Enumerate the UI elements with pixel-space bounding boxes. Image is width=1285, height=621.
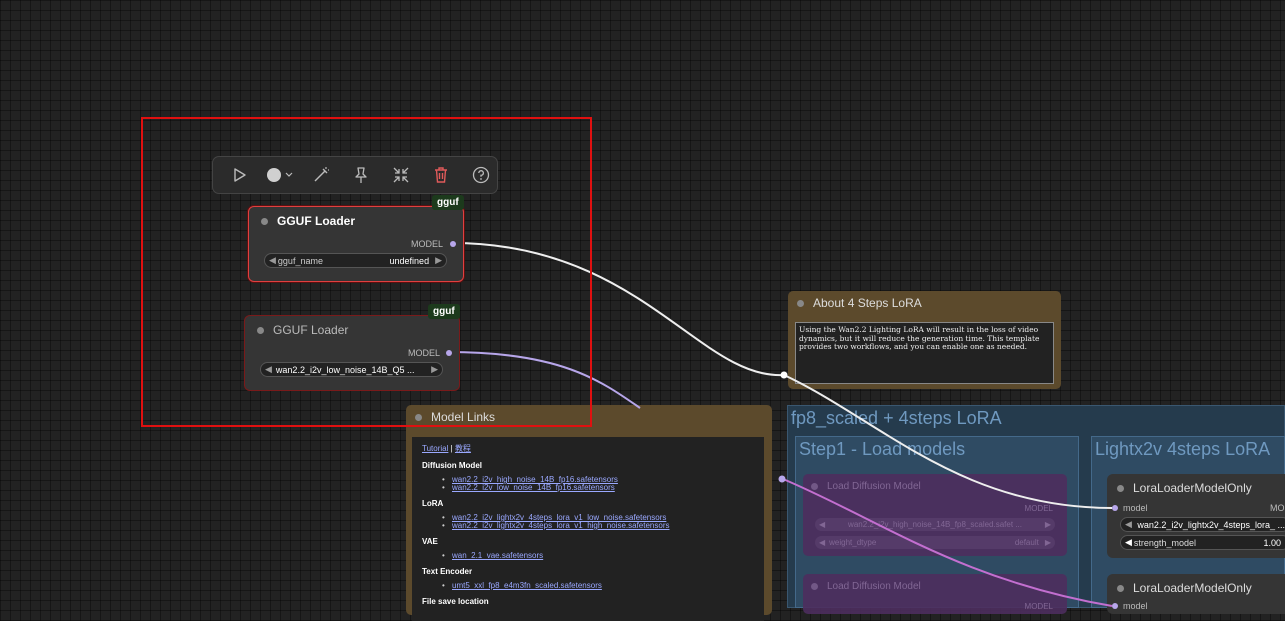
node-status-dot: [797, 299, 804, 307]
list-item: umt5_xxl_fp8_e4m3fn_scaled.safetensors: [442, 581, 754, 591]
bypass-button[interactable]: [305, 159, 337, 191]
about-4-steps-lora-note[interactable]: About 4 Steps LoRA Using the Wan2.2 Ligh…: [788, 291, 1061, 389]
lora-loader-node-2[interactable]: LoraLoaderModelOnly model: [1107, 574, 1285, 614]
widget-value: wan2.2_i2v_high_noise_14B_fp8_scaled.saf…: [848, 520, 1022, 529]
model-name-widget[interactable]: ◀ wan2.2_i2v_high_noise_14B_fp8_scaled.s…: [815, 518, 1055, 531]
section-heading: Text Encoder: [422, 567, 473, 576]
model-link[interactable]: wan2.2_i2v_low_noise_14B_fp16.safetensor…: [452, 483, 615, 492]
node-status-dot: [811, 583, 818, 590]
model-link[interactable]: wan2.2_i2v_lightx2v_4steps_lora_v1_high_…: [452, 521, 669, 530]
section-heading: Diffusion Model: [422, 461, 482, 470]
node-title: Load Diffusion Model: [827, 581, 921, 592]
collapse-button[interactable]: [385, 159, 417, 191]
widget-name: strength_model: [1133, 537, 1196, 548]
tutorial-link[interactable]: Tutorial: [422, 444, 448, 453]
input-label: model: [1123, 601, 1148, 611]
tutorial-line: Tutorial | 教程: [422, 443, 754, 454]
left-arrow-icon[interactable]: ◀: [819, 538, 825, 547]
node-status-dot: [811, 483, 818, 490]
pin-button[interactable]: [345, 159, 377, 191]
node-status-dot: [1117, 584, 1124, 592]
strength-model-widget[interactable]: ◀ strength_model 1.00: [1120, 535, 1285, 550]
input-label: model: [1123, 503, 1148, 513]
right-arrow-icon[interactable]: ▶: [1045, 520, 1051, 529]
output-label: MODEL: [1024, 602, 1053, 611]
wire-reroute-point: [778, 475, 786, 483]
widget-value: default: [1014, 538, 1039, 547]
lora-name-widget[interactable]: ◀ wan2.2_i2v_lightx2v_4steps_lora_ ...: [1120, 517, 1285, 532]
help-button[interactable]: [465, 159, 497, 191]
step1-title[interactable]: Step1 - Load models: [799, 439, 965, 460]
model-link[interactable]: wan_2.1_vae.safetensors: [452, 551, 543, 560]
lora-loader-node-1[interactable]: LoraLoaderModelOnly model MO ◀ wan2.2_i2…: [1107, 474, 1285, 558]
output-label: MODEL: [1024, 504, 1053, 513]
color-dot-icon: [267, 168, 293, 182]
node-title: Load Diffusion Model: [827, 481, 921, 492]
section-heading: File save location: [422, 597, 489, 606]
load-diffusion-model-node-1[interactable]: Load Diffusion Model MODEL ◀ wan2.2_i2v_…: [803, 474, 1067, 556]
left-arrow-icon[interactable]: ◀: [1125, 537, 1132, 548]
left-arrow-icon[interactable]: ◀: [1125, 519, 1132, 530]
widget-value: wan2.2_i2v_lightx2v_4steps_lora_ ...: [1137, 519, 1285, 530]
collapse-icon: [393, 167, 409, 183]
lora-group-title[interactable]: Lightx2v 4steps LoRA: [1095, 439, 1270, 460]
right-arrow-icon[interactable]: ▶: [1045, 538, 1051, 547]
note-title: About 4 Steps LoRA: [813, 296, 922, 310]
wire-reroute-point: [780, 371, 788, 379]
tutorial-cn-link[interactable]: 教程: [455, 444, 471, 453]
list-item: wan2.2_i2v_lightx2v_4steps_lora_v1_high_…: [442, 521, 754, 531]
color-picker-button[interactable]: [263, 159, 297, 191]
load-diffusion-model-node-2[interactable]: Load Diffusion Model MODEL: [803, 574, 1067, 614]
widget-value: 1.00: [1263, 537, 1281, 548]
pin-icon: [355, 167, 367, 183]
left-arrow-icon[interactable]: ◀: [819, 520, 825, 529]
model-input-port[interactable]: [1112, 603, 1118, 609]
widget-name: weight_dtype: [829, 538, 877, 547]
list-item: wan_2.1_vae.safetensors: [442, 551, 754, 561]
section-heading: LoRA: [422, 499, 444, 508]
list-item: wan2.2_i2v_low_noise_14B_fp16.safetensor…: [442, 483, 754, 493]
trash-icon: [435, 167, 447, 183]
delete-button[interactable]: [425, 159, 457, 191]
wand-icon: [314, 167, 329, 182]
node-title: LoraLoaderModelOnly: [1133, 481, 1252, 495]
node-title: LoraLoaderModelOnly: [1133, 581, 1252, 595]
group-title[interactable]: fp8_scaled + 4steps LoRA: [791, 408, 1002, 429]
model-link[interactable]: umt5_xxl_fp8_e4m3fn_scaled.safetensors: [452, 581, 602, 590]
play-icon: [234, 168, 246, 182]
model-input-port[interactable]: [1112, 505, 1118, 511]
separator: |: [450, 444, 453, 453]
node-status-dot: [1117, 484, 1124, 492]
selection-toolbar: [212, 156, 498, 194]
help-icon: [472, 166, 490, 184]
model-links-body: Tutorial | 教程 Diffusion Model wan2.2_i2v…: [412, 437, 764, 621]
output-label: MO: [1270, 503, 1285, 513]
model-links-note[interactable]: Model Links Tutorial | 教程 Diffusion Mode…: [406, 405, 772, 621]
section-heading: VAE: [422, 537, 438, 546]
weight-dtype-widget[interactable]: ◀ weight_dtype default ▶: [815, 536, 1055, 549]
run-button[interactable]: [223, 159, 255, 191]
note-text[interactable]: Using the Wan2.2 Lighting LoRA will resu…: [795, 322, 1054, 384]
